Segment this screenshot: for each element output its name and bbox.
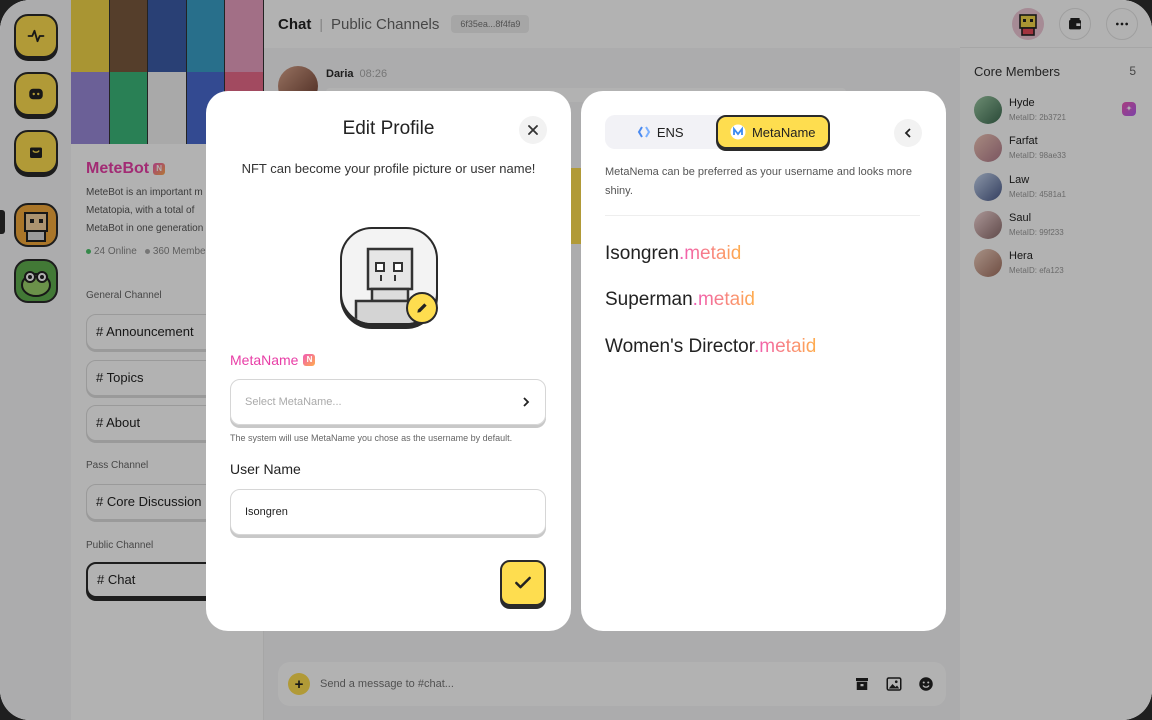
metaname-suffix: .metaid [754, 336, 817, 357]
metaname-option[interactable]: Isongren.metaid [605, 243, 741, 265]
metaname-picker-modal: ENS MetaName MetaNema can be preferred a… [581, 91, 946, 631]
tab-metaname-label: MetaName [751, 124, 816, 140]
close-icon [528, 125, 538, 135]
pencil-icon [417, 303, 427, 313]
metaname-prefix: Isongren [605, 243, 679, 264]
tab-ens[interactable]: ENS [605, 115, 716, 149]
metaname-label: MetaName N [230, 352, 316, 368]
tab-ens-label: ENS [656, 124, 684, 140]
edit-profile-modal: Edit Profile NFT can become your profile… [206, 91, 571, 631]
metaname-label-text: MetaName [230, 352, 299, 368]
metaname-suffix: .metaid [692, 289, 755, 310]
ens-icon [637, 126, 651, 138]
metaname-icon [730, 124, 746, 140]
chevron-right-icon [523, 397, 530, 407]
check-icon [515, 576, 531, 589]
metaname-option[interactable]: Superman.metaid [605, 289, 755, 311]
metaname-description: MetaNema can be preferred as your userna… [605, 166, 912, 197]
modal-subtitle: NFT can become your profile picture or u… [241, 161, 536, 176]
edit-avatar-button[interactable] [406, 292, 438, 324]
confirm-button[interactable] [500, 560, 546, 606]
metaname-prefix: Superman [605, 289, 693, 310]
metaname-select-placeholder: Select MetaName... [245, 396, 342, 408]
close-button[interactable] [519, 116, 547, 144]
chevron-left-icon [904, 128, 911, 138]
metaname-suffix: .metaid [678, 243, 742, 264]
metaname-badge: N [303, 354, 316, 366]
name-source-tabs: ENS MetaName [605, 115, 830, 149]
modal-title: Edit Profile [342, 118, 435, 139]
metaname-select[interactable]: Select MetaName... [230, 379, 546, 425]
app-window: MeteBot N MeteBot is an important m Meta… [0, 0, 1152, 720]
metaname-hint: The system will use MetaName you chose a… [230, 433, 513, 443]
divider [605, 215, 920, 216]
tab-metaname[interactable]: MetaName [715, 115, 830, 149]
metaname-prefix: Women's Director [605, 336, 754, 357]
back-button[interactable] [894, 119, 922, 147]
username-field[interactable] [230, 489, 546, 535]
metaname-option[interactable]: Women's Director.metaid [605, 336, 816, 358]
username-label: User Name [230, 461, 301, 477]
modal-backdrop[interactable] [0, 0, 1152, 720]
